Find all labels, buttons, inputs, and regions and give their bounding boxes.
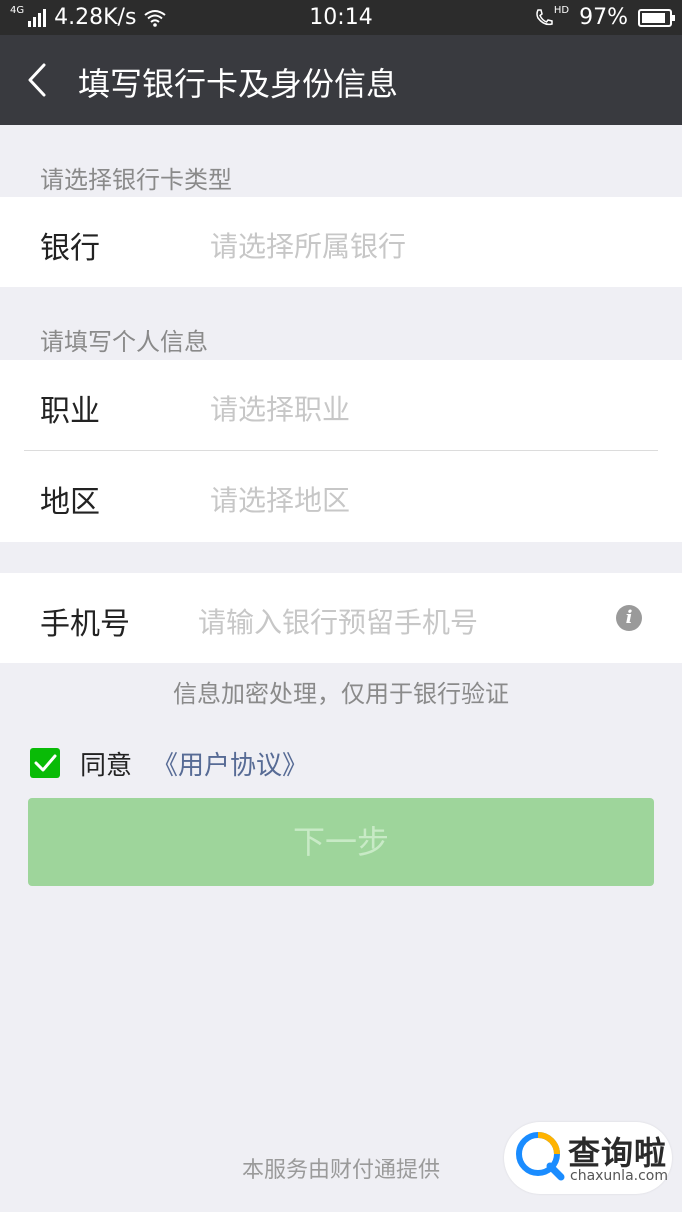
personal-section-header: 请填写个人信息 bbox=[40, 328, 208, 356]
region-label: 地区 bbox=[40, 485, 100, 520]
region-select[interactable]: 请选择地区 bbox=[210, 479, 350, 519]
user-agreement-link[interactable]: 《用户协议》 bbox=[152, 745, 308, 782]
bank-row[interactable]: 银行 请选择所属银行 bbox=[0, 197, 682, 287]
bank-section-header: 请选择银行卡类型 bbox=[40, 166, 232, 194]
battery-icon bbox=[638, 8, 675, 27]
hd-label: HD bbox=[553, 5, 570, 16]
nav-bar: 填写银行卡及身份信息 bbox=[0, 35, 682, 125]
call-hd-icon bbox=[536, 8, 553, 25]
personal-card: 职业 请选择职业 地区 请选择地区 bbox=[0, 360, 682, 542]
occupation-select[interactable]: 请选择职业 bbox=[210, 388, 350, 428]
back-arrow-icon[interactable] bbox=[24, 61, 54, 99]
region-row[interactable]: 地区 请选择地区 bbox=[0, 451, 682, 541]
occupation-label: 职业 bbox=[40, 394, 100, 429]
battery-percent: 97% bbox=[579, 5, 628, 30]
watermark: 查询啦 chaxunla.com bbox=[504, 1122, 672, 1194]
phone-input[interactable]: 请输入银行预留手机号 bbox=[198, 601, 478, 641]
agree-text: 同意 bbox=[80, 750, 133, 781]
encryption-hint: 信息加密处理，仅用于银行验证 bbox=[173, 680, 509, 708]
checkmark-icon bbox=[34, 754, 57, 772]
watermark-url: chaxunla.com bbox=[570, 1168, 668, 1184]
next-step-button[interactable]: 下一步 bbox=[28, 798, 654, 886]
bank-label: 银行 bbox=[40, 231, 100, 266]
bank-select[interactable]: 请选择所属银行 bbox=[210, 225, 406, 265]
phone-card: 手机号 请输入银行预留手机号 i bbox=[0, 573, 682, 663]
bank-card: 银行 请选择所属银行 bbox=[0, 197, 682, 287]
info-icon[interactable]: i bbox=[616, 605, 642, 631]
occupation-row[interactable]: 职业 请选择职业 bbox=[0, 360, 682, 450]
agreement-row: 同意 《用户协议》 bbox=[30, 745, 308, 782]
status-bar: 4G 4.28K/s 10:14 HD 97% bbox=[0, 0, 682, 35]
phone-row[interactable]: 手机号 请输入银行预留手机号 i bbox=[0, 573, 682, 663]
agree-checkbox[interactable] bbox=[30, 748, 60, 778]
search-logo-icon bbox=[516, 1132, 565, 1181]
page-title: 填写银行卡及身份信息 bbox=[78, 65, 399, 103]
phone-label: 手机号 bbox=[40, 607, 130, 642]
